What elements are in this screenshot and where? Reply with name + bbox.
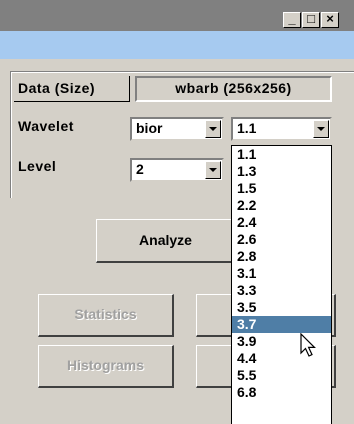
dropdown-option[interactable]: 3.3 [232,282,331,299]
maximize-icon: □ [307,11,315,26]
dropdown-option[interactable]: 6.8 [232,384,331,401]
level-label: Level [18,158,57,174]
wavelet-number-select[interactable]: 1.1 [231,117,332,141]
title-bar: _ □ × [0,0,354,31]
mouse-pointer-icon [300,333,316,357]
level-value: 2 [136,161,144,177]
menu-strip [0,31,354,59]
data-size-value: wbarb (256x256) [135,76,332,102]
dropdown-option[interactable]: 5.5 [232,367,331,384]
close-button[interactable]: × [321,12,339,28]
dropdown-option[interactable]: 3.5 [232,299,331,316]
wavelet-number-value: 1.1 [237,120,257,136]
minimize-button[interactable]: _ [283,12,301,28]
wavelet-window: _ □ × Data (Size) wbarb (256x256) Wavele… [0,0,354,424]
maximize-button[interactable]: □ [302,12,320,28]
wavelet-family-value: bior [136,120,163,136]
chevron-down-icon[interactable] [205,120,221,138]
data-size-label: Data (Size) [18,80,96,96]
chevron-down-icon[interactable] [205,161,221,179]
wavelet-number-dropdown-list[interactable]: 1.1 1.3 1.5 2.2 2.4 2.6 2.8 3.1 3.3 3.5 3.7 3.9 4.4 5… [231,145,332,424]
dropdown-option[interactable]: 3.1 [232,265,331,282]
dropdown-option[interactable]: 2.4 [232,214,331,231]
wavelet-label: Wavelet [18,118,74,134]
close-icon: × [326,11,334,26]
histograms-button[interactable]: Histograms [38,345,174,388]
minimize-icon: _ [288,11,296,26]
wavelet-family-select[interactable]: bior [130,117,224,141]
analyze-button[interactable]: Analyze [96,219,236,263]
dropdown-option[interactable]: 1.1 [232,146,331,163]
level-select[interactable]: 2 [130,158,224,182]
dropdown-option[interactable]: 2.6 [232,231,331,248]
dropdown-option[interactable]: 3.7 [232,316,331,333]
statistics-button[interactable]: Statistics [38,294,174,337]
dropdown-option[interactable]: 2.2 [232,197,331,214]
dropdown-option[interactable]: 2.8 [232,248,331,265]
chevron-down-icon[interactable] [313,120,329,138]
dropdown-option[interactable]: 1.5 [232,180,331,197]
dropdown-option[interactable]: 1.3 [232,163,331,180]
